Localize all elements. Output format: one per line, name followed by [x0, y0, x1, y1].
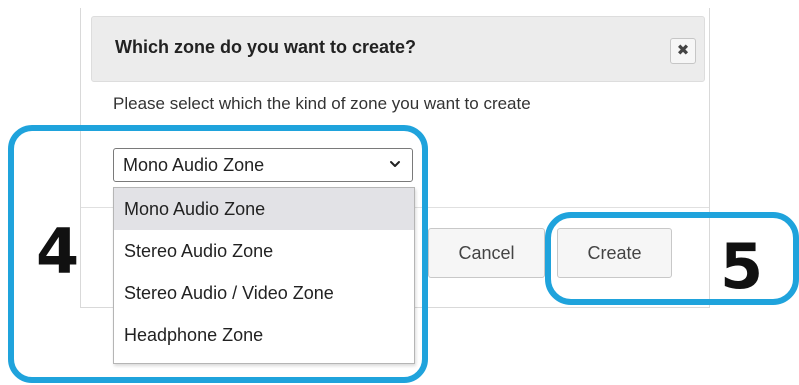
zone-type-dropdown-list: Mono Audio Zone Stereo Audio Zone Stereo… [113, 187, 415, 364]
option-stereo-audio-video-zone[interactable]: Stereo Audio / Video Zone [114, 272, 414, 314]
close-button[interactable]: ✖ [670, 38, 696, 64]
option-headphone-zone[interactable]: Headphone Zone [114, 314, 414, 356]
cancel-button[interactable]: Cancel [428, 228, 545, 278]
create-button[interactable]: Create [557, 228, 672, 278]
dialog-title: Which zone do you want to create? [115, 37, 417, 57]
screenshot-stage: Which zone do you want to create? ✖ Plea… [0, 0, 799, 385]
zone-type-select[interactable]: Mono Audio Zone [113, 148, 413, 182]
step-number-4: 4 [36, 215, 80, 288]
chevron-down-icon [390, 161, 400, 167]
zone-type-select-value: Mono Audio Zone [123, 155, 265, 175]
dialog-header: Which zone do you want to create? ✖ [91, 16, 705, 82]
step-number-5: 5 [720, 230, 764, 303]
close-icon: ✖ [676, 42, 690, 59]
dialog-message: Please select which the kind of zone you… [113, 94, 531, 113]
option-mono-audio-zone[interactable]: Mono Audio Zone [114, 188, 414, 230]
option-stereo-audio-zone[interactable]: Stereo Audio Zone [114, 230, 414, 272]
